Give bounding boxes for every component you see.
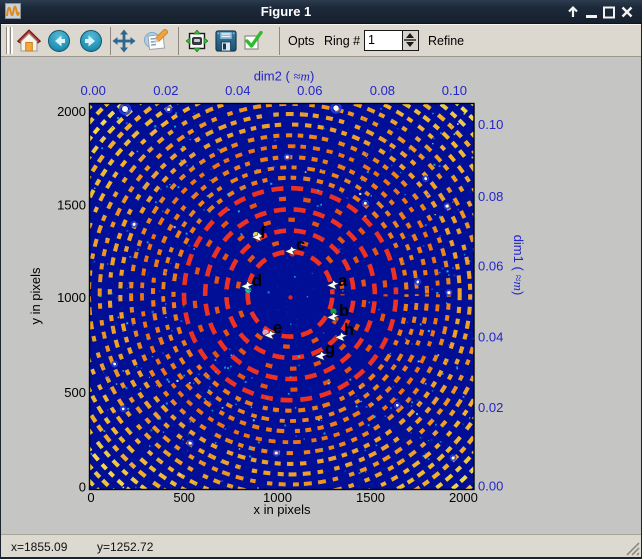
svg-text:b: b [339,302,349,320]
svg-text:f: f [260,224,266,242]
svg-text:0.04: 0.04 [478,330,503,345]
svg-text:2000: 2000 [57,104,86,119]
svg-text:g: g [325,340,335,358]
svg-text:0.02: 0.02 [478,400,503,415]
svg-text:dim1 ( ≈m): dim1 ( ≈m) [511,235,526,296]
svg-text:h: h [344,321,354,339]
svg-text:0.08: 0.08 [370,83,395,98]
svg-text:0.00: 0.00 [81,83,106,98]
svg-text:0.04: 0.04 [225,83,250,98]
svg-text:x in pixels: x in pixels [253,502,311,517]
svg-text:1500: 1500 [356,490,385,505]
svg-text:0.06: 0.06 [297,83,322,98]
svg-text:1000: 1000 [57,290,86,305]
svg-text:y in pixels: y in pixels [28,267,43,325]
svg-text:1500: 1500 [57,198,86,213]
svg-text:2000: 2000 [449,490,478,505]
svg-text:0.02: 0.02 [153,83,178,98]
svg-text:0.10: 0.10 [478,117,503,132]
svg-text:c: c [296,236,305,254]
svg-text:0.06: 0.06 [478,259,503,274]
svg-text:dim2 ( ≈m): dim2 ( ≈m) [254,69,315,84]
svg-text:0: 0 [79,480,86,495]
svg-text:d: d [252,272,262,290]
svg-text:e: e [273,319,282,337]
svg-text:0.08: 0.08 [478,189,503,204]
svg-text:a: a [338,272,348,290]
svg-text:500: 500 [64,385,86,400]
svg-text:0.10: 0.10 [442,83,467,98]
svg-text:0.00: 0.00 [478,479,503,494]
svg-text:500: 500 [173,490,195,505]
svg-text:0: 0 [87,490,94,505]
